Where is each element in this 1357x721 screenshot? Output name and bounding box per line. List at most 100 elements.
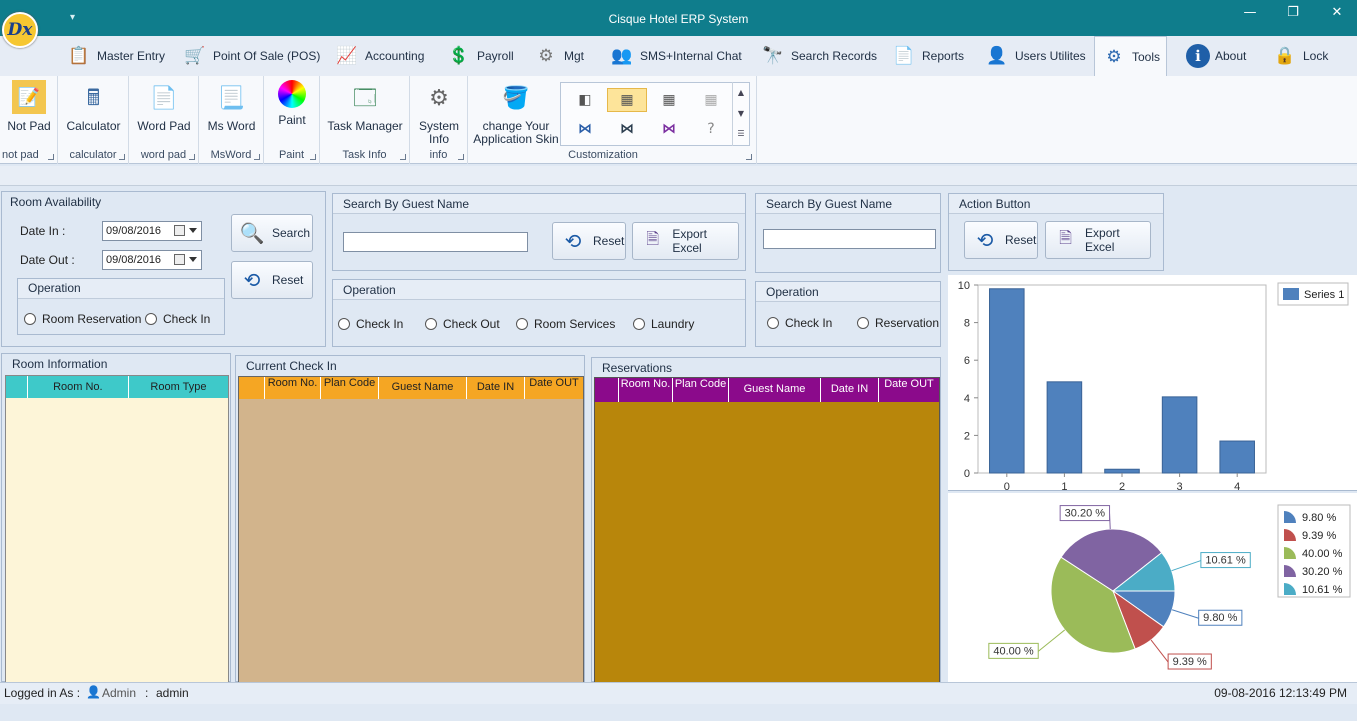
skin-vs-purple-icon[interactable]: ⋈ [649,117,689,141]
grid-header-room-no[interactable]: Room No. [265,377,321,399]
status-separator: : [145,686,149,700]
room-reservation-radio[interactable]: Room Reservation [24,312,141,326]
search-button[interactable]: 🔍 Search [231,214,313,252]
grid-header-selector [239,377,265,399]
task-manager-button[interactable]: 🗔 Task Manager [324,80,406,133]
check-in-radio[interactable]: Check In [338,317,403,331]
room-services-radio[interactable]: Room Services [516,317,615,331]
minimize-button[interactable]: — [1230,2,1270,24]
system-info-icon: ⚙ [429,84,449,110]
date-out-picker[interactable]: 09/08/2016 [102,250,202,270]
export-excel-button[interactable]: 🗎 Export Excel [632,222,739,260]
notpad-button[interactable]: 📝 Not Pad [2,80,56,133]
dialog-launcher-icon[interactable] [458,154,464,160]
chevron-down-icon[interactable] [189,228,197,233]
user-role: Admin [102,686,137,700]
tab-lock[interactable]: 🔒 Lock [1266,36,1334,76]
skin-dark-icon[interactable]: ▦ [649,88,689,112]
grid-header-date-in[interactable]: Date IN [467,377,525,399]
wordpad-button[interactable]: 📄 Word Pad [133,80,195,133]
calculator-button[interactable]: 🖩 Calculator [62,80,125,133]
tab-sms-internal-chat[interactable]: 👥 SMS+Internal Chat [603,36,748,76]
tab-point-of-sale[interactable]: 🛒 Point Of Sale (POS) [176,36,326,76]
check-in-radio[interactable]: Check In [767,316,832,330]
gallery-expand-icon[interactable]: ☰ [733,124,749,144]
system-info-button[interactable]: ⚙ System Info [414,80,464,146]
skin-selected-icon[interactable]: ▦ [607,88,647,112]
grid-header-plan-code[interactable]: Plan Code [321,377,379,399]
dialog-launcher-icon[interactable] [400,154,406,160]
skin-vs-dark-icon[interactable]: ⋈ [607,117,647,141]
grid-header-room-type[interactable]: Room Type [129,376,228,398]
tab-users-utilites[interactable]: 👤 Users Utilites [978,36,1092,76]
status-datetime: 09-08-2016 12:13:49 PM [1214,686,1347,700]
grid-header-guest-name[interactable]: Guest Name [729,378,821,402]
bar-chart-panel: 0 2 4 6 8 10 0 1 2 3 4 Series 1 [948,275,1357,493]
tab-reports[interactable]: 📄 Reports [885,36,970,76]
chart-icon: 📈 [336,46,358,65]
export-excel-button[interactable]: 🗎 Export Excel [1045,221,1151,259]
reset-button[interactable]: ⟲ Reset [964,221,1038,259]
tab-master-entry[interactable]: 📋 Master Entry [60,36,171,76]
close-button[interactable]: ✕ [1317,2,1357,24]
dialog-launcher-icon[interactable] [310,154,316,160]
skin-office-icon[interactable]: ◧ [565,88,605,112]
reservations-grid[interactable]: Room No. Plan Code Guest Name Date IN Da… [594,377,940,683]
grid-header-room-no[interactable]: Room No. [619,378,673,402]
reservations-panel: Reservations Room No. Plan Code Guest Na… [591,357,941,683]
current-check-in-panel: Current Check In Room No. Plan Code Gues… [235,355,585,683]
laundry-radio[interactable]: Laundry [633,317,694,331]
change-skin-button[interactable]: 🪣 change Your Application Skin [472,80,560,146]
check-out-radio[interactable]: Check Out [425,317,500,331]
current-check-in-grid[interactable]: Room No. Plan Code Guest Name Date IN Da… [238,376,584,683]
reset-icon: ⟲ [976,229,994,252]
grid-header-date-in[interactable]: Date IN [821,378,879,402]
legend-label: 30.20 % [1302,566,1343,578]
grid-header-date-out[interactable]: Date OUT [879,378,939,402]
dialog-launcher-icon[interactable] [119,154,125,160]
ribbon-group-info: ⚙ System Info info [410,76,468,164]
reset-button[interactable]: ⟲ Reset [231,261,313,299]
scroll-up-icon[interactable]: ▲ [733,82,749,103]
skin-light-icon[interactable]: ▦ [691,88,731,112]
date-in-picker[interactable]: 09/08/2016 [102,221,202,241]
operation-group: Operation Room Reservation Check In [17,278,225,335]
msword-button[interactable]: 📃 Ms Word [201,80,262,133]
callout-line [1037,629,1066,652]
tab-about[interactable]: ℹ About [1180,36,1252,76]
scroll-down-icon[interactable]: ▼ [733,103,749,124]
grid-header-plan-code[interactable]: Plan Code [673,378,729,402]
tab-accounting[interactable]: 📈 Accounting [328,36,430,76]
data-label: 40.00 % [993,645,1034,657]
reservation-radio[interactable]: Reservation [857,316,939,330]
tab-search-records[interactable]: 🔭 Search Records [754,36,883,76]
app-logo[interactable]: Dx [2,12,38,48]
guest-name-input-2[interactable] [763,229,936,249]
tab-tools[interactable]: ⚙ Tools [1094,36,1168,77]
pie-chart: 9.80 %9.39 %40.00 %30.20 %10.61 %9.80 %9… [988,504,1351,670]
chevron-down-icon[interactable] [189,257,197,262]
reset-button[interactable]: ⟲ Reset [552,222,626,260]
grid-header-date-out[interactable]: Date OUT [525,377,583,399]
skin-vs-blue-icon[interactable]: ⋈ [565,117,605,141]
wordpad-icon: 📄 [150,84,178,110]
dialog-launcher-icon[interactable] [254,154,260,160]
skin-help-icon[interactable]: ? [691,117,731,141]
dialog-launcher-icon[interactable] [48,154,54,160]
grid-header-room-no[interactable]: Room No. [28,376,129,398]
x-tick-label: 0 [1004,481,1010,491]
dialog-launcher-icon[interactable] [746,154,752,160]
export-excel-icon: 🗎 [646,230,660,248]
dialog-launcher-icon[interactable] [189,154,195,160]
room-info-grid[interactable]: Room No. Room Type [5,375,229,683]
tab-payroll[interactable]: 💲 Payroll [440,36,520,76]
restore-button[interactable]: ❐ [1273,2,1313,24]
grid-header-guest-name[interactable]: Guest Name [379,377,467,399]
check-in-radio[interactable]: Check In [145,312,210,326]
management-icon: ⚙ [538,46,554,65]
gears-icon: ⚙ [1106,47,1122,66]
paint-button[interactable]: Paint [266,80,318,127]
guest-name-input[interactable] [343,232,528,252]
tab-mgt[interactable]: ⚙ Mgt [527,36,590,76]
action-button-panel: Action Button ⟲ Reset 🗎 Export Excel [948,193,1164,271]
